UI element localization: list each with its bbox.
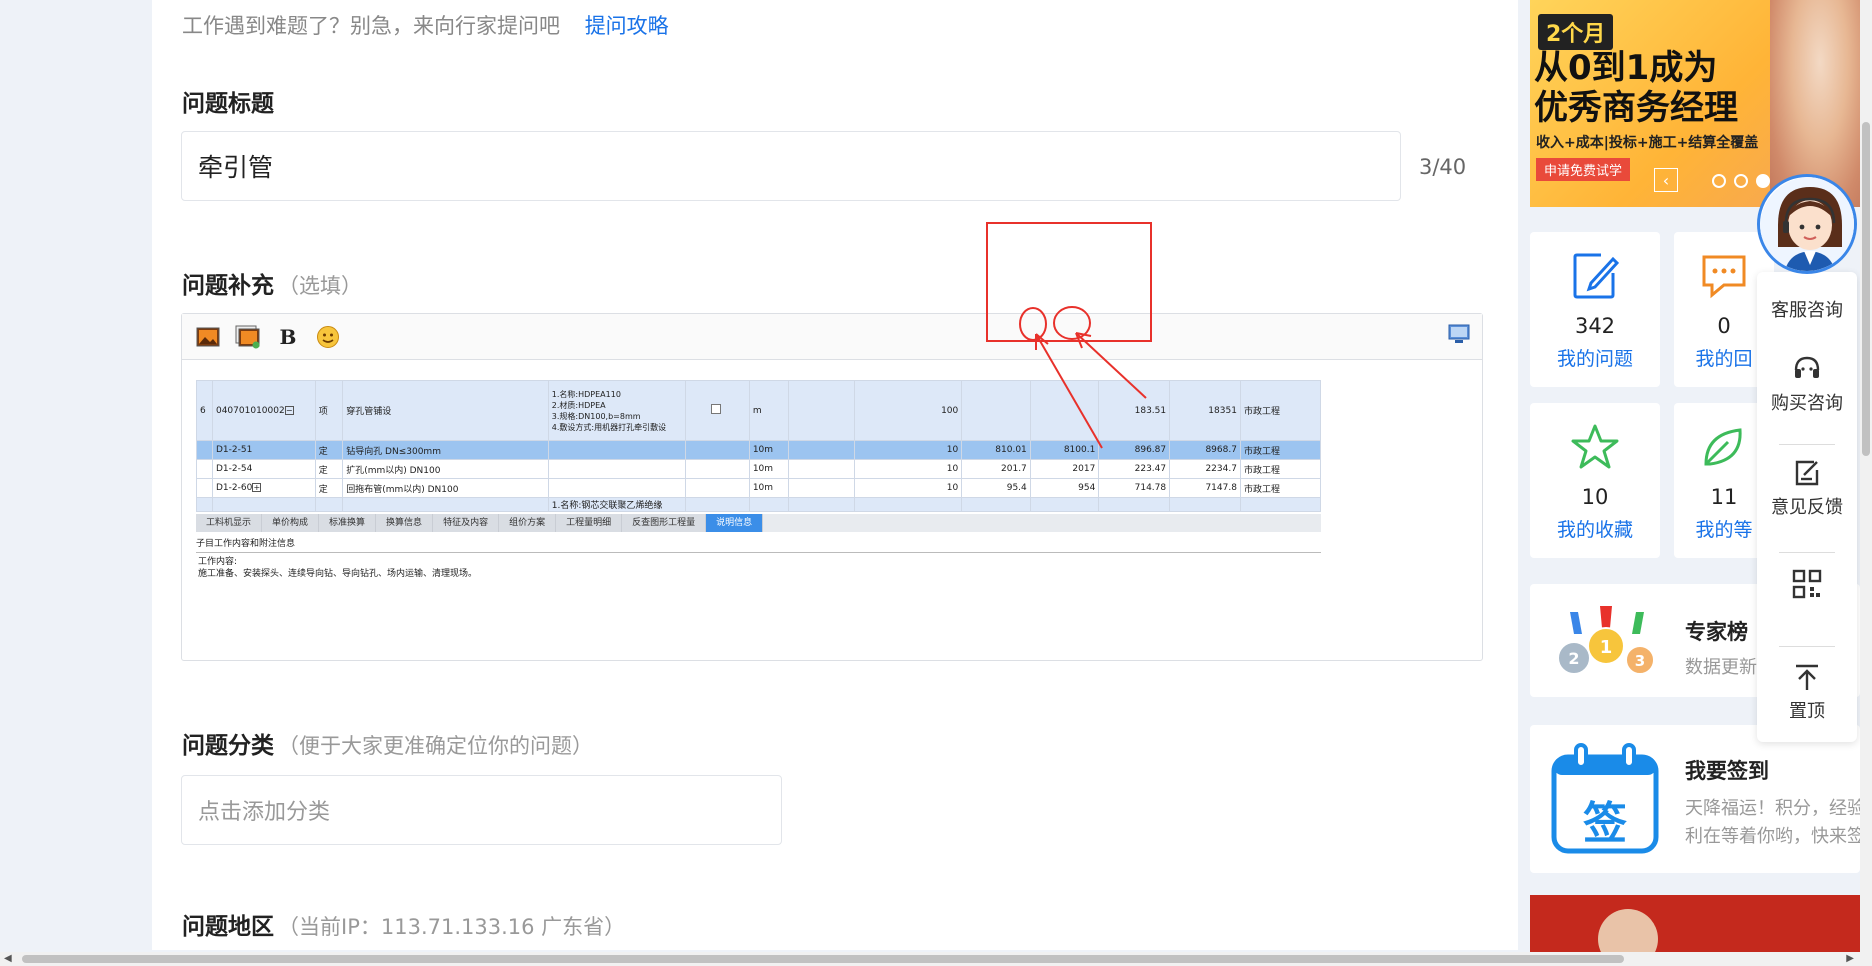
expert-ranking-subtitle: 数据更新 xyxy=(1685,657,1757,678)
banner-dot[interactable] xyxy=(1712,174,1726,188)
stat-value: 342 xyxy=(1574,314,1616,338)
edit-note-icon xyxy=(1530,246,1660,306)
float-panel: 客服咨询 购买咨询 意见反馈 置顶 xyxy=(1757,272,1857,742)
signin-card[interactable]: 签 我要签到 天降福运！积分，经验 利在等着你哟，快来签 xyxy=(1530,725,1860,873)
signin-line-1: 天降福运！积分，经验 xyxy=(1685,798,1860,819)
floating-service-bar: 客服咨询 购买咨询 意见反馈 置顶 xyxy=(1757,162,1857,742)
banner-prev-button[interactable]: ‹ xyxy=(1654,168,1678,192)
purchase-consult-button[interactable]: 购买咨询 xyxy=(1757,354,1857,415)
banner-tag: 2个月 xyxy=(1538,14,1614,50)
back-to-top-button[interactable]: 置顶 xyxy=(1757,662,1857,723)
divider xyxy=(1779,444,1835,445)
stat-label: 我的问题 xyxy=(1556,348,1633,370)
stat-label: 我的收藏 xyxy=(1556,519,1633,541)
customer-service-button[interactable]: 客服咨询 xyxy=(1757,296,1857,322)
stat-card-my-questions[interactable]: 342 我的问题 xyxy=(1530,232,1660,387)
divider xyxy=(1779,646,1835,647)
signin-badge: 签 xyxy=(1583,798,1627,849)
category-input[interactable]: 点击添加分类 xyxy=(181,775,782,845)
customer-service-avatar[interactable] xyxy=(1757,174,1857,274)
region-hint: （当前IP：113.71.133.16 广东省） xyxy=(278,915,626,939)
horizontal-scrollbar[interactable]: ◀ ▶ xyxy=(0,952,1872,966)
expert-ranking-title: 专家榜 xyxy=(1685,620,1748,644)
signin-line-2: 利在等着你哟，快来签 xyxy=(1685,826,1860,847)
banner-dot[interactable] xyxy=(1734,174,1748,188)
category-label: 问题分类 （便于大家更准确定位你的问题） xyxy=(182,733,593,759)
calendar-signin-icon: 签 xyxy=(1550,743,1660,859)
star-icon xyxy=(1530,417,1660,477)
medals-icon: 2 3 1 xyxy=(1550,606,1660,690)
headset-icon xyxy=(1757,354,1857,389)
svg-text:3: 3 xyxy=(1635,652,1645,670)
scrollbar-thumb[interactable] xyxy=(22,955,1624,963)
banner-subline: 收入+成本|投标+施工+结算全覆盖 xyxy=(1536,135,1759,151)
vertical-scrollbar[interactable] xyxy=(1860,0,1872,952)
free-trial-button[interactable]: 申请免费试学 xyxy=(1536,158,1631,181)
question-form: 工作遇到难题了？别急，来向行家提问吧 提问攻略 问题标题 牵引管 3/40 问题… xyxy=(152,0,1518,950)
feedback-button[interactable]: 意见反馈 xyxy=(1757,458,1857,519)
divider xyxy=(1779,552,1835,553)
stat-card-my-favorites[interactable]: 10 我的收藏 xyxy=(1530,403,1660,558)
signin-title: 我要签到 xyxy=(1685,759,1769,783)
category-hint: （便于大家更准确定位你的问题） xyxy=(278,734,593,758)
scrollbar-thumb[interactable] xyxy=(1862,122,1870,456)
category-placeholder: 点击添加分类 xyxy=(198,800,331,825)
region-label: 问题地区 （当前IP：113.71.133.16 广东省） xyxy=(182,914,626,940)
bottom-promo-banner[interactable] xyxy=(1530,895,1860,955)
qr-code-button[interactable] xyxy=(1757,568,1857,605)
banner-person-image xyxy=(1598,909,1658,955)
stat-value: 10 xyxy=(1581,485,1609,509)
scroll-left-icon[interactable]: ◀ xyxy=(4,953,12,964)
banner-headline: 从0到1成为 优秀商务经理 xyxy=(1534,48,1738,128)
svg-text:2: 2 xyxy=(1568,649,1579,668)
feedback-icon xyxy=(1757,458,1857,493)
arrow-up-icon xyxy=(1757,662,1857,697)
qr-code-icon xyxy=(1757,568,1857,605)
svg-text:1: 1 xyxy=(1600,637,1613,658)
scroll-right-icon[interactable]: ▶ xyxy=(1846,953,1854,964)
